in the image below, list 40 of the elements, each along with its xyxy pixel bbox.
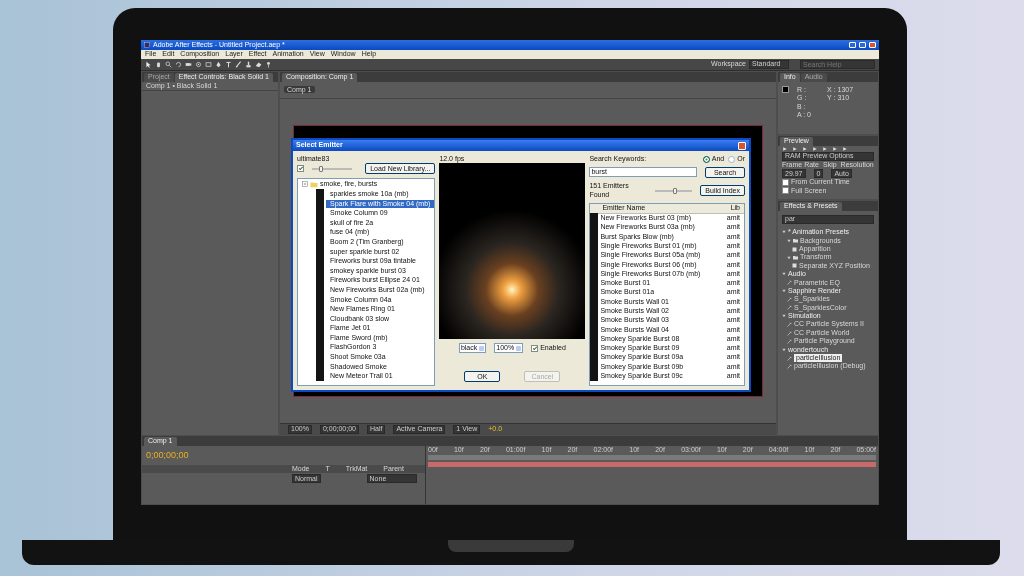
- arrow-icon[interactable]: [145, 61, 152, 68]
- radio-button[interactable]: [702, 155, 710, 163]
- folder-icon: [310, 180, 318, 188]
- rotate-icon[interactable]: [175, 61, 182, 68]
- thumbnail-image: [590, 371, 599, 382]
- eraser-icon[interactable]: [255, 61, 262, 68]
- timecode[interactable]: 0;00;00;00: [146, 450, 189, 460]
- effect-icon: [787, 305, 792, 311]
- hand-icon[interactable]: [155, 61, 162, 68]
- stamp-icon[interactable]: [245, 61, 252, 68]
- effect-icon: [787, 330, 792, 336]
- color-swatch: [782, 86, 789, 93]
- folder-icon: [793, 255, 798, 261]
- preset-icon: [792, 263, 797, 269]
- effect-icon: [787, 297, 792, 302]
- effect-icon: [787, 338, 792, 344]
- effect-icon: [787, 355, 792, 361]
- thumbnails-checkbox[interactable]: [297, 165, 304, 173]
- checkbox[interactable]: [782, 187, 789, 195]
- maximize-button[interactable]: [859, 42, 866, 48]
- checkbox[interactable]: [782, 179, 789, 187]
- pen-icon[interactable]: [215, 61, 222, 68]
- effect-icon: [787, 364, 792, 370]
- pan-behind-icon[interactable]: [195, 61, 202, 68]
- brush-icon[interactable]: [235, 61, 242, 68]
- radio-button[interactable]: [728, 155, 736, 163]
- text-icon[interactable]: [225, 61, 232, 68]
- folder-icon: [793, 238, 798, 244]
- magnifier-icon[interactable]: [165, 61, 172, 68]
- enabled-checkbox[interactable]: [531, 344, 539, 352]
- preset-icon: [792, 246, 797, 252]
- minimize-button[interactable]: [849, 42, 856, 48]
- close-button[interactable]: [869, 42, 876, 48]
- app-icon: [144, 42, 150, 48]
- slider-thumb[interactable]: [672, 187, 677, 194]
- slider-thumb[interactable]: [319, 165, 324, 172]
- effect-icon: [787, 322, 792, 328]
- effect-icon: [787, 280, 792, 286]
- close-button[interactable]: [738, 141, 746, 150]
- pin-icon[interactable]: [265, 61, 272, 68]
